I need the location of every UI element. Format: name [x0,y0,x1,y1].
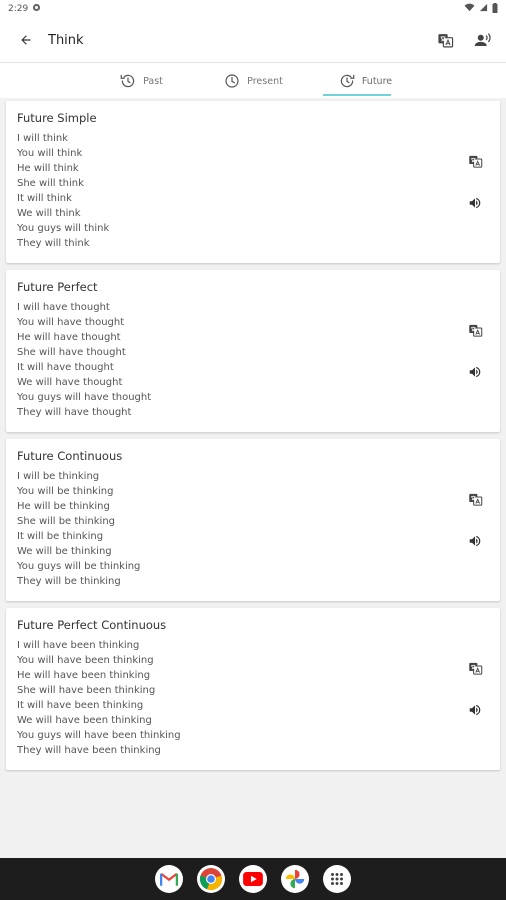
conjugation-line: They will be thinking [17,576,121,587]
conjugation-line: You will have thought [17,317,125,328]
conjugation-line: She will have been thinking [17,685,156,696]
conjugation-line: He will be thinking [17,501,110,512]
tab-future[interactable]: Future [309,63,421,99]
volume-icon [469,197,481,209]
translate-icon [437,33,453,47]
translate-button[interactable] [432,27,458,53]
speak-button[interactable] [466,701,484,719]
tense-tabs: Past Present Future [0,62,506,98]
translate-icon [468,493,482,506]
youtube-app[interactable] [239,865,267,893]
conjugation-line: We will think [17,208,81,219]
translate-button[interactable] [466,659,484,677]
chrome-app[interactable] [197,865,225,893]
conjugation-line: She will have thought [17,347,126,358]
conjugation-line: We will have been thinking [17,715,152,726]
tense-card: Future Perfect Continuous I will have be… [6,608,500,770]
gmail-icon [160,872,178,886]
tab-label: Present [247,75,283,87]
gmail-app[interactable] [155,865,183,893]
tab-past[interactable]: Past [85,63,197,99]
tense-title: Future Simple [17,111,97,125]
tense-card: Future Continuous I will be thinking You… [6,439,500,601]
speak-button[interactable] [466,363,484,381]
tense-title: Future Perfect [17,280,98,294]
update-icon [340,74,355,88]
signal-icon [479,3,488,15]
active-tab-indicator [323,94,391,96]
conjugation-line: You will have been thinking [17,655,154,666]
conjugation-line: They will think [17,238,90,249]
clock-icon [225,74,239,88]
system-dock [0,858,506,900]
conjugation-line: He will think [17,163,79,174]
conjugation-line: It will think [17,193,72,204]
conjugation-line: You guys will have been thinking [17,730,181,741]
history-icon [120,74,135,88]
translate-button[interactable] [466,321,484,339]
app-bar: Think [0,18,506,62]
conjugation-line: It will have been thinking [17,700,144,711]
youtube-icon [243,872,263,886]
photos-icon [285,869,305,889]
translate-icon [468,324,482,337]
wifi-icon [464,3,475,15]
translate-button[interactable] [466,490,484,508]
app-drawer-icon [331,873,343,885]
conjugation-line: He will have thought [17,332,121,343]
conjugation-line: We will be thinking [17,546,112,557]
notification-icon [32,3,41,15]
conjugation-line: She will be thinking [17,516,116,527]
conjugation-line: You guys will be thinking [17,561,141,572]
translate-button[interactable] [466,152,484,170]
conjugation-line: They will have been thinking [17,745,161,756]
conjugation-line: We will have thought [17,377,123,388]
status-bar: 2:29 [0,0,506,18]
conjugation-line: You will think [17,148,83,159]
app-drawer-button[interactable] [323,865,351,893]
conjugation-line: They will have thought [17,407,132,418]
conjugation-line: I will be thinking [17,471,100,482]
page-title: Think [48,32,84,48]
tab-label: Future [361,75,393,87]
tab-label: Past [143,75,163,87]
status-time: 2:29 [8,4,29,14]
translate-icon [468,662,482,675]
speak-button[interactable] [466,194,484,212]
conjugation-line: It will have thought [17,362,114,373]
conjugation-line: It will be thinking [17,531,104,542]
conjugation-line: I will have been thinking [17,640,140,651]
conjugation-line: I will think [17,133,68,144]
voice-button[interactable] [470,27,496,53]
tab-present[interactable]: Present [197,63,309,99]
battery-icon [492,2,498,16]
photos-app[interactable] [281,865,309,893]
speak-button[interactable] [466,532,484,550]
tense-title: Future Perfect Continuous [17,618,167,632]
conjugation-line: He will have been thinking [17,670,151,681]
conjugation-line: You will be thinking [17,486,114,497]
back-button[interactable] [12,26,40,54]
conjugation-list: Future Simple I will think You will thin… [6,101,500,777]
conjugation-line: You guys will think [17,223,110,234]
volume-icon [469,704,481,716]
conjugation-line: I will have thought [17,302,110,313]
volume-icon [469,366,481,378]
translate-icon [468,155,482,168]
conjugation-line: She will think [17,178,84,189]
tense-title: Future Continuous [17,449,123,463]
chrome-icon [199,868,223,891]
record-voice-icon [474,33,491,46]
arrow-back-icon [21,35,31,45]
volume-icon [469,535,481,547]
conjugation-line: You guys will have thought [17,392,152,403]
tense-card: Future Perfect I will have thought You w… [6,270,500,432]
tense-card: Future Simple I will think You will thin… [6,101,500,263]
